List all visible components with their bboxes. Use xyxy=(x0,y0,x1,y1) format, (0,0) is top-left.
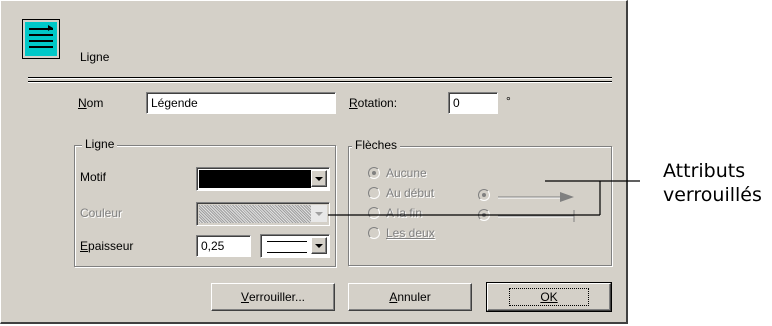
callout-text-line2: verrouillés xyxy=(663,184,762,206)
callout-lines xyxy=(328,180,640,216)
callout-text-line1: Attributs xyxy=(663,160,746,182)
